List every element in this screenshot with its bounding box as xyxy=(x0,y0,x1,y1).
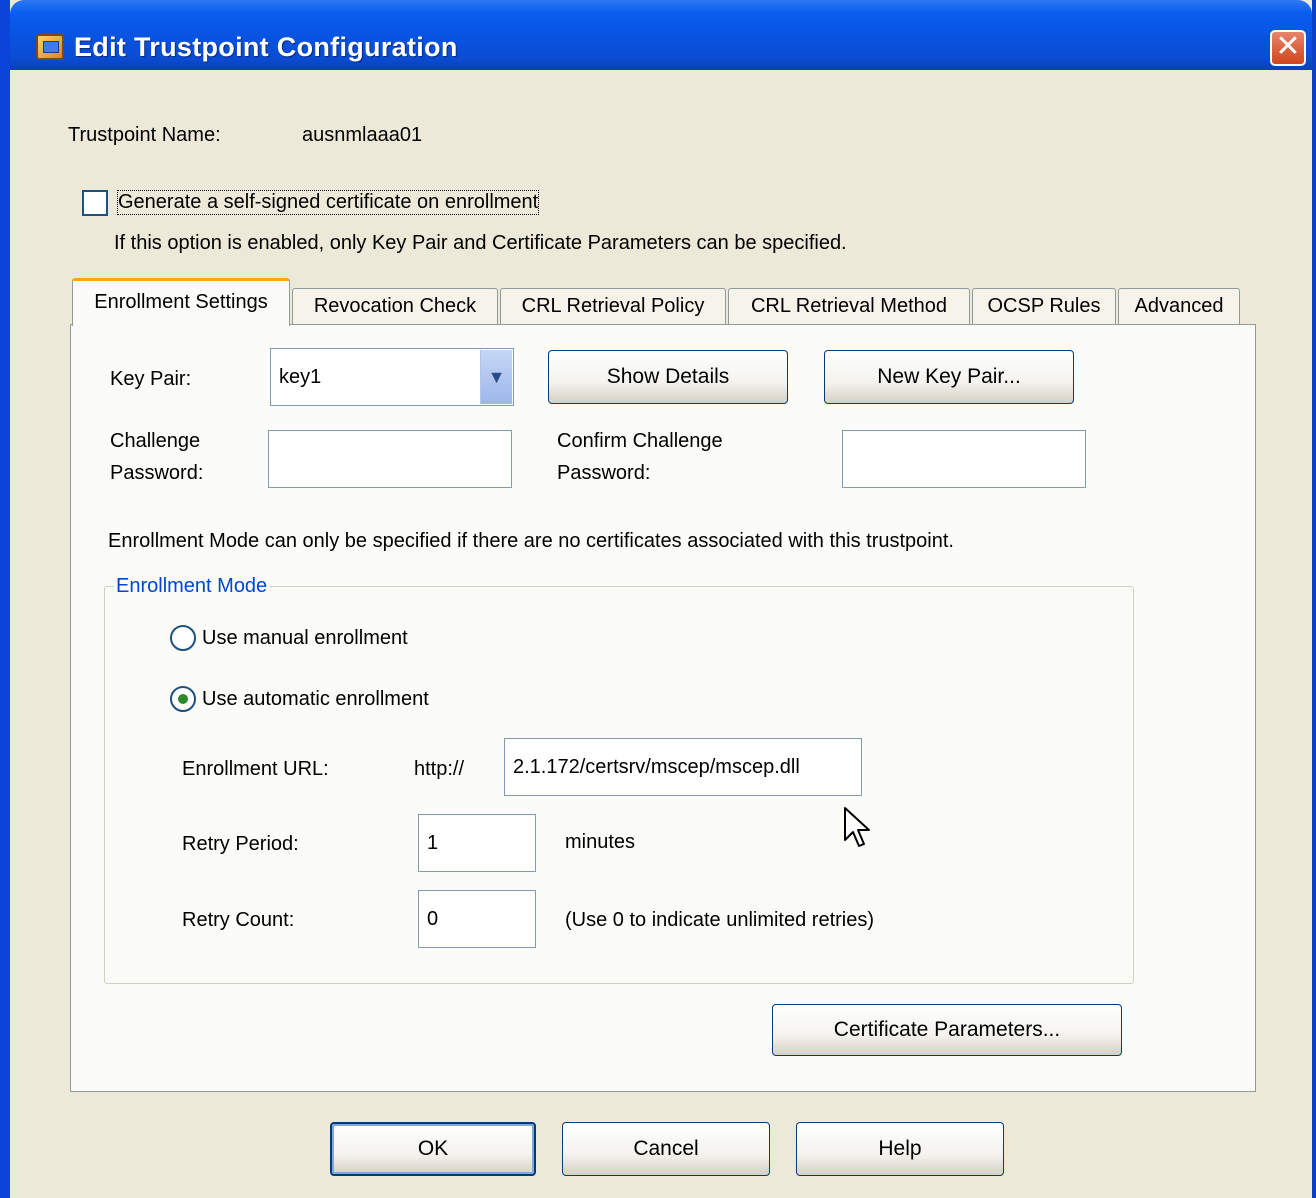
retry-count-hint: (Use 0 to indicate unlimited retries) xyxy=(565,909,875,931)
key-pair-value: key1 xyxy=(279,365,322,388)
confirm-challenge-password-input[interactable] xyxy=(842,430,1086,488)
retry-count-label: Retry Count: xyxy=(182,909,295,931)
dialog-window: Edit Trustpoint Configuration ✕ Trustpoi… xyxy=(0,0,1316,1198)
tab-crl-retrieval-method[interactable]: CRL Retrieval Method xyxy=(728,288,970,324)
close-button[interactable]: ✕ xyxy=(1270,30,1306,66)
self-signed-label[interactable]: Generate a self-signed certificate on en… xyxy=(116,190,540,215)
certificate-parameters-button[interactable]: Certificate Parameters... xyxy=(772,1004,1122,1056)
automatic-enrollment-radio[interactable] xyxy=(170,686,196,712)
self-signed-note: If this option is enabled, only Key Pair… xyxy=(114,232,847,254)
ok-button[interactable]: OK xyxy=(330,1122,536,1176)
enrollment-url-label: Enrollment URL: xyxy=(182,758,329,780)
enrollment-mode-note: Enrollment Mode can only be specified if… xyxy=(108,530,954,552)
key-pair-label: Key Pair: xyxy=(110,368,192,390)
retry-period-input[interactable]: 1 xyxy=(418,814,536,872)
retry-count-input[interactable]: 0 xyxy=(418,890,536,948)
cancel-button[interactable]: Cancel xyxy=(562,1122,770,1176)
confirm-challenge-label-line1: Confirm Challenge xyxy=(557,430,723,452)
enrollment-mode-title: Enrollment Mode xyxy=(114,575,270,598)
challenge-label-line1: Challenge xyxy=(110,430,201,452)
tab-enrollment-settings[interactable]: Enrollment Settings xyxy=(72,278,290,326)
dialog-title: Edit Trustpoint Configuration xyxy=(74,32,458,62)
manual-enrollment-radio[interactable] xyxy=(170,625,196,651)
tab-revocation-check[interactable]: Revocation Check xyxy=(292,288,498,324)
self-signed-checkbox[interactable] xyxy=(82,190,108,216)
trustpoint-name-label: Trustpoint Name: xyxy=(68,124,221,146)
confirm-challenge-label-line2: Password: xyxy=(557,462,651,484)
trustpoint-name-value: ausnmlaaa01 xyxy=(302,124,423,146)
enrollment-url-input[interactable]: 2.1.172/certsrv/mscep/mscep.dll xyxy=(504,738,862,796)
mouse-cursor-icon xyxy=(844,807,870,847)
tab-crl-retrieval-policy[interactable]: CRL Retrieval Policy xyxy=(500,288,726,324)
help-button[interactable]: Help xyxy=(796,1122,1004,1176)
enrollment-url-prefix: http:// xyxy=(414,758,465,780)
chevron-down-icon[interactable]: ▼ xyxy=(480,350,512,404)
challenge-password-input[interactable] xyxy=(268,430,512,488)
manual-enrollment-label[interactable]: Use manual enrollment xyxy=(202,627,408,650)
show-details-button[interactable]: Show Details xyxy=(548,350,788,404)
app-icon xyxy=(36,34,64,60)
retry-period-value: 1 xyxy=(427,831,439,854)
retry-period-label: Retry Period: xyxy=(182,833,299,855)
challenge-label-line2: Password: xyxy=(110,462,204,484)
new-key-pair-button[interactable]: New Key Pair... xyxy=(824,350,1074,404)
tab-advanced[interactable]: Advanced xyxy=(1118,288,1240,324)
automatic-enrollment-label[interactable]: Use automatic enrollment xyxy=(202,688,429,711)
tab-ocsp-rules[interactable]: OCSP Rules xyxy=(972,288,1116,324)
retry-period-unit: minutes xyxy=(565,831,636,853)
enrollment-url-value: 2.1.172/certsrv/mscep/mscep.dll xyxy=(513,755,800,778)
title-bar[interactable]: Edit Trustpoint Configuration ✕ xyxy=(10,0,1312,70)
retry-count-value: 0 xyxy=(427,907,439,930)
key-pair-combobox[interactable]: key1 ▼ xyxy=(270,348,514,406)
